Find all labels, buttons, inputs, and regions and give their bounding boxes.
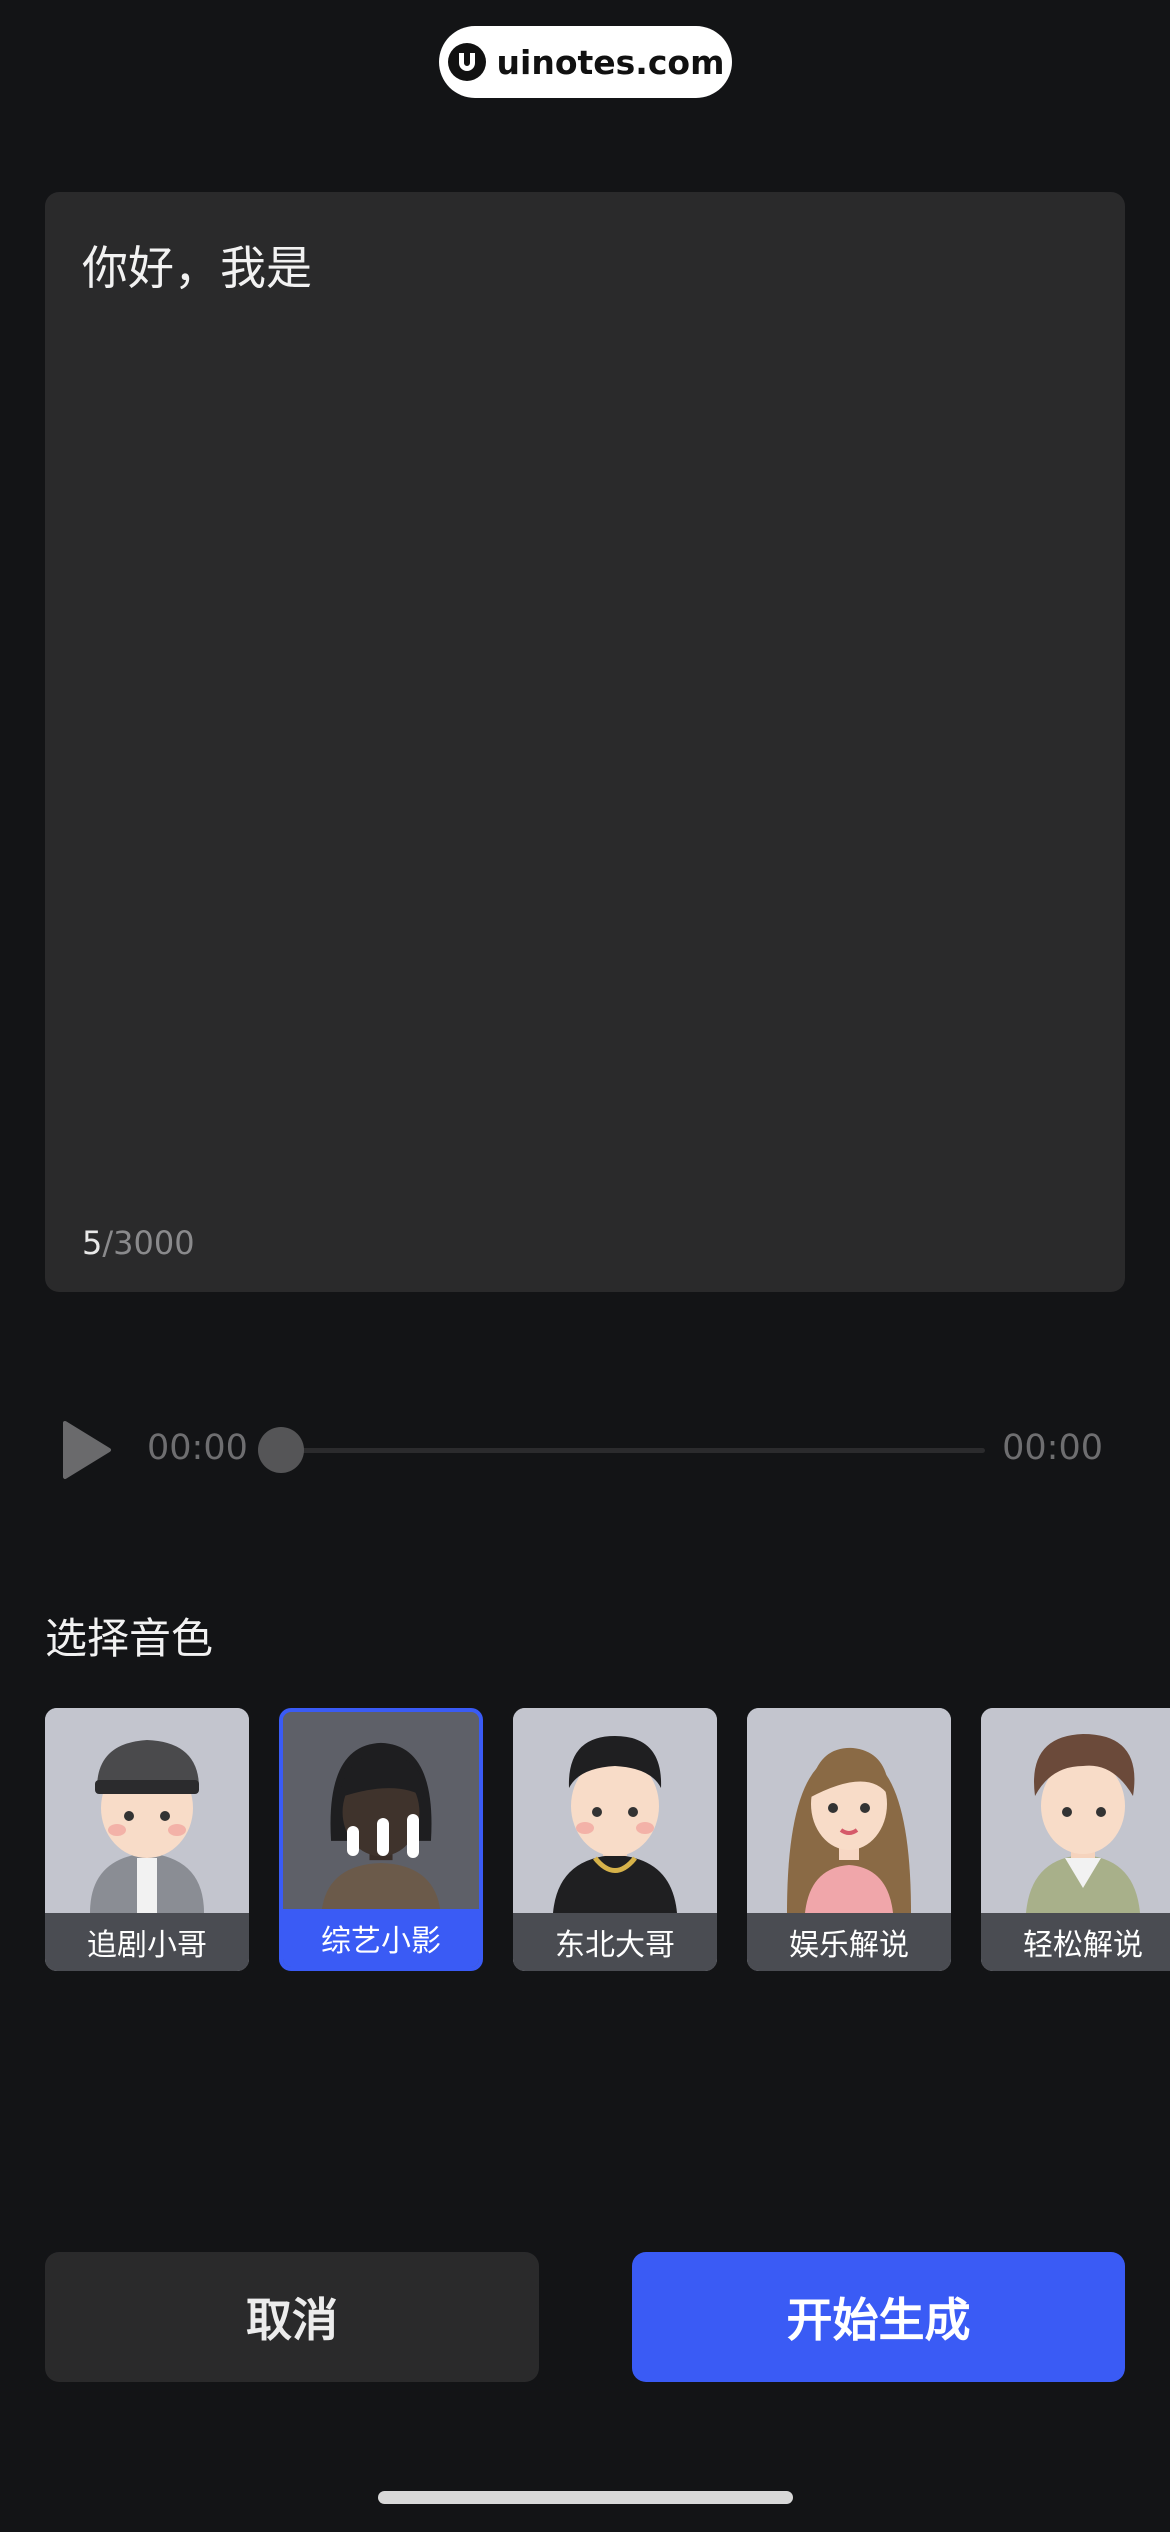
voice-list[interactable]: 追剧小哥 综艺小影 东北大哥 娱乐解说 轻松解说: [0, 1708, 1170, 1973]
avatar-man-chain-icon: [513, 1708, 717, 1913]
voice-card-5[interactable]: 轻松解说: [981, 1708, 1170, 1971]
equalizer-icon: [347, 1814, 419, 1858]
total-time: 00:00: [1002, 1428, 1103, 1468]
voice-card-4[interactable]: 娱乐解说: [747, 1708, 951, 1971]
text-editor[interactable]: 你好，我是 5/3000: [45, 192, 1125, 1292]
play-icon[interactable]: [62, 1420, 112, 1480]
watermark-badge: uinotes.com: [439, 26, 732, 98]
character-count-max: /3000: [102, 1224, 195, 1262]
watermark-text: uinotes.com: [496, 42, 725, 82]
start-generate-button[interactable]: 开始生成: [632, 2252, 1125, 2382]
avatar-man-curly-hair-icon: [981, 1708, 1170, 1913]
character-counter: 5/3000: [82, 1224, 195, 1262]
voice-label: 综艺小影: [283, 1909, 479, 1967]
voice-label: 追剧小哥: [45, 1913, 249, 1971]
uinotes-logo-icon: [447, 43, 486, 81]
avatar-woman-long-hair-icon: [747, 1708, 951, 1913]
voice-card-2[interactable]: 综艺小影: [279, 1708, 483, 1971]
voice-label: 轻松解说: [981, 1913, 1170, 1971]
editor-content[interactable]: 你好，我是: [82, 232, 312, 298]
character-count-current: 5: [82, 1224, 103, 1262]
avatar-boy-cap-icon: [45, 1708, 249, 1913]
audio-player: 00:00 00:00: [45, 1410, 1125, 1490]
voice-label: 东北大哥: [513, 1913, 717, 1971]
current-time: 00:00: [147, 1428, 248, 1468]
voice-section-title: 选择音色: [45, 1614, 214, 1663]
voice-label: 娱乐解说: [747, 1913, 951, 1971]
progress-thumb[interactable]: [258, 1427, 304, 1473]
cancel-button[interactable]: 取消: [45, 2252, 539, 2382]
home-indicator: [378, 2491, 793, 2504]
voice-card-1[interactable]: 追剧小哥: [45, 1708, 249, 1971]
progress-track[interactable]: [265, 1448, 985, 1453]
voice-card-3[interactable]: 东北大哥: [513, 1708, 717, 1971]
